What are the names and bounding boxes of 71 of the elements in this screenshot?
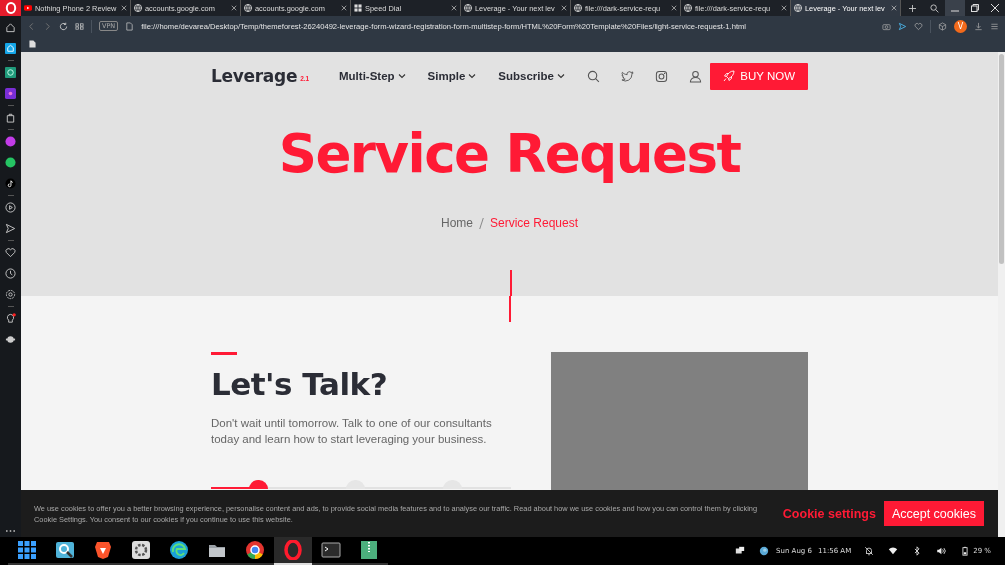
breadcrumb-link[interactable]: Home <box>440 216 473 230</box>
camera-icon[interactable] <box>882 21 891 31</box>
volume-icon[interactable] <box>936 546 947 556</box>
globe-icon <box>244 4 252 12</box>
download-icon[interactable] <box>974 21 983 31</box>
camera-icon[interactable] <box>654 69 668 83</box>
reload-icon[interactable] <box>59 21 68 31</box>
clock-icon[interactable] <box>5 268 16 279</box>
settings-icon[interactable] <box>5 289 16 300</box>
nav-menu-item[interactable]: Subscribe <box>498 70 565 82</box>
buy-now-button[interactable]: BUY NOW <box>710 62 808 90</box>
tiktok-icon[interactable] <box>5 178 16 189</box>
browser-logo-icon[interactable] <box>0 0 21 16</box>
globe-icon <box>464 4 472 12</box>
video-icon <box>24 4 32 12</box>
menu-icon[interactable] <box>990 21 999 31</box>
accept-cookies-button[interactable]: Accept cookies <box>883 501 984 526</box>
search-icon[interactable] <box>930 3 939 13</box>
grid-icon <box>354 4 362 12</box>
cookie-settings-link[interactable]: Cookie settings <box>782 506 876 521</box>
nav-menu-item[interactable]: Multi-Step <box>339 70 406 82</box>
wifi-icon[interactable] <box>888 546 899 556</box>
bluetooth-icon[interactable] <box>912 546 923 556</box>
bag-icon[interactable] <box>5 112 16 123</box>
step-marker[interactable] <box>346 480 365 489</box>
send-icon[interactable] <box>5 223 16 234</box>
heart-icon[interactable] <box>5 247 16 258</box>
close-icon[interactable] <box>561 5 567 11</box>
opera-app-icon[interactable] <box>274 537 312 565</box>
home-icon[interactable] <box>5 22 16 33</box>
bell-muted-icon[interactable] <box>864 546 875 556</box>
close-icon[interactable] <box>121 5 127 11</box>
page-icon <box>125 21 135 31</box>
battery-icon[interactable] <box>960 546 971 556</box>
store-icon[interactable] <box>5 43 16 54</box>
new-tab-icon[interactable] <box>909 4 916 12</box>
close-icon[interactable] <box>231 5 237 11</box>
bird-icon[interactable] <box>620 69 634 83</box>
chevron-down-icon <box>397 73 406 79</box>
globe-icon <box>684 4 692 12</box>
scrollbar-thumb[interactable] <box>999 54 1004 264</box>
close-icon[interactable] <box>451 5 457 11</box>
close-icon[interactable] <box>781 5 787 11</box>
close-icon[interactable] <box>990 3 1000 13</box>
page-title: Service Request <box>278 122 741 186</box>
globe-icon <box>134 4 142 12</box>
search-icon[interactable] <box>586 69 600 83</box>
page-icon[interactable] <box>29 40 36 48</box>
restore-icon[interactable] <box>970 3 980 13</box>
cube-icon[interactable] <box>938 21 947 31</box>
more-icon[interactable] <box>5 529 16 533</box>
rocket-icon <box>723 70 736 82</box>
user-icon[interactable] <box>688 69 702 83</box>
windows-icon[interactable] <box>735 546 746 556</box>
close-icon[interactable] <box>341 5 347 11</box>
close-icon[interactable] <box>671 5 677 11</box>
bulb-icon[interactable] <box>5 313 16 324</box>
send-icon[interactable] <box>898 21 907 31</box>
globe-icon[interactable] <box>759 546 770 556</box>
chevron-down-icon <box>556 73 565 79</box>
player-icon[interactable] <box>5 202 16 213</box>
intro-text: Don't wait until tomorrow. Talk to one of our consultants today and learn how to start leveraging your business. <box>211 416 493 447</box>
globe-icon <box>794 4 802 12</box>
site-logo[interactable]: Leverage <box>211 66 298 86</box>
section-heading: Let's Talk? <box>211 366 389 402</box>
step-marker[interactable] <box>249 480 268 489</box>
nav-menu-item[interactable]: Simple <box>427 70 477 82</box>
grid-icon[interactable] <box>75 21 84 31</box>
step-marker[interactable] <box>443 480 462 489</box>
chevron-down-icon <box>468 73 477 79</box>
globe-icon <box>574 4 582 12</box>
